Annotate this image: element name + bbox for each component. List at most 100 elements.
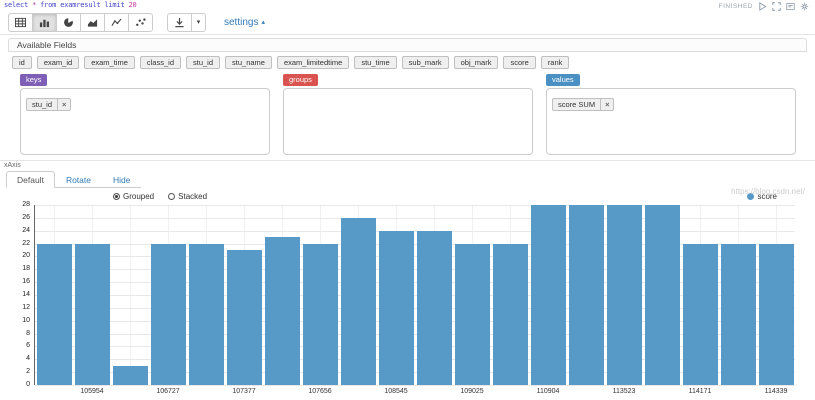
bar[interactable] bbox=[189, 244, 224, 385]
gridline bbox=[35, 346, 795, 347]
field-chip[interactable]: class_id bbox=[140, 56, 181, 69]
field-chip[interactable]: stu_time bbox=[354, 56, 396, 69]
bar[interactable] bbox=[569, 205, 604, 385]
toggle-editor-icon[interactable] bbox=[786, 2, 795, 11]
gridline bbox=[35, 205, 795, 206]
y-tick-label: 20 bbox=[0, 252, 30, 259]
remove-icon[interactable]: × bbox=[57, 99, 70, 110]
bar[interactable] bbox=[607, 205, 642, 385]
bar-chart-button[interactable] bbox=[32, 13, 57, 32]
gear-icon[interactable] bbox=[800, 2, 809, 11]
bar[interactable] bbox=[455, 244, 490, 385]
pivot-keys-box[interactable]: stu_id× bbox=[20, 88, 270, 155]
radio-icon bbox=[113, 193, 120, 200]
sql-star: * bbox=[32, 1, 36, 9]
sql-number: 20 bbox=[128, 1, 136, 9]
bar[interactable] bbox=[113, 366, 148, 385]
bar[interactable] bbox=[645, 205, 680, 385]
field-chip[interactable]: exam_id bbox=[37, 56, 79, 69]
y-tick-label: 4 bbox=[0, 355, 30, 362]
y-tick-label: 2 bbox=[0, 368, 30, 375]
zeppelin-paragraph: select * from examresult limit 20 FINISH… bbox=[0, 0, 815, 400]
sql-table-name: examresult bbox=[60, 1, 100, 9]
tab-hide[interactable]: Hide bbox=[102, 171, 141, 188]
bar[interactable] bbox=[75, 244, 110, 385]
divider bbox=[0, 34, 815, 35]
watermark: https://blog.csdn.net/ bbox=[731, 187, 805, 196]
scatter-chart-button[interactable] bbox=[128, 13, 153, 32]
bar[interactable] bbox=[227, 250, 262, 385]
sql-keyword: from bbox=[40, 1, 56, 9]
pivot-chip[interactable]: stu_id× bbox=[26, 98, 71, 111]
pivot-values-box[interactable]: score SUM× bbox=[546, 88, 796, 155]
pivot-chip[interactable]: score SUM× bbox=[552, 98, 614, 111]
table-chart-button[interactable] bbox=[8, 13, 33, 32]
tab-rotate[interactable]: Rotate bbox=[55, 171, 102, 188]
x-tick-label: 107377 bbox=[225, 388, 263, 395]
field-chip[interactable]: score bbox=[503, 56, 535, 69]
download-group: ▾ bbox=[167, 13, 206, 32]
bar[interactable] bbox=[531, 205, 566, 385]
tab-default[interactable]: Default bbox=[6, 171, 55, 188]
pivot-chip-label: stu_id bbox=[27, 99, 57, 110]
pivot-groups-box[interactable] bbox=[283, 88, 533, 155]
status-badge: FINISHED bbox=[719, 3, 753, 10]
bar[interactable] bbox=[759, 244, 794, 385]
download-button[interactable] bbox=[167, 13, 192, 32]
y-tick-label: 10 bbox=[0, 317, 30, 324]
settings-label: settings bbox=[224, 17, 258, 28]
available-fields-title: Available Fields bbox=[17, 40, 76, 50]
gridline bbox=[35, 218, 795, 219]
x-tick-label: 108545 bbox=[377, 388, 415, 395]
bar[interactable] bbox=[417, 231, 452, 385]
sql-editor[interactable]: select * from examresult limit 20 bbox=[4, 1, 137, 9]
field-chip[interactable]: sub_mark bbox=[402, 56, 449, 69]
bar[interactable] bbox=[151, 244, 186, 385]
bar[interactable] bbox=[37, 244, 72, 385]
y-tick-label: 28 bbox=[0, 201, 30, 208]
settings-toggle[interactable]: settings▴ bbox=[224, 17, 265, 28]
y-tick-label: 16 bbox=[0, 278, 30, 285]
expand-icon[interactable] bbox=[772, 2, 781, 11]
gridline bbox=[35, 231, 795, 232]
field-chip[interactable]: stu_id bbox=[186, 56, 220, 69]
values-badge: values bbox=[546, 74, 580, 86]
pivot-chip-label: score SUM bbox=[553, 99, 600, 110]
remove-icon[interactable]: × bbox=[600, 99, 613, 110]
paragraph-status: FINISHED bbox=[719, 2, 809, 11]
sql-keyword: limit bbox=[104, 1, 124, 9]
bar[interactable] bbox=[721, 244, 756, 385]
field-chip[interactable]: rank bbox=[541, 56, 570, 69]
field-chip[interactable]: exam_time bbox=[84, 56, 135, 69]
download-caret-button[interactable]: ▾ bbox=[191, 13, 206, 32]
bar[interactable] bbox=[493, 244, 528, 385]
bar[interactable] bbox=[341, 218, 376, 385]
line-chart-button[interactable] bbox=[104, 13, 129, 32]
bar[interactable] bbox=[265, 237, 300, 385]
field-chip[interactable]: stu_name bbox=[225, 56, 272, 69]
available-fields-header: Available Fields bbox=[8, 38, 807, 52]
gridline bbox=[35, 372, 795, 373]
field-chip[interactable]: exam_limitedtime bbox=[277, 56, 349, 69]
bar[interactable] bbox=[303, 244, 338, 385]
bar[interactable] bbox=[683, 244, 718, 385]
x-tick-label: 107656 bbox=[301, 388, 339, 395]
y-tick-label: 6 bbox=[0, 342, 30, 349]
area-chart-button[interactable] bbox=[80, 13, 105, 32]
y-tick-label: 26 bbox=[0, 214, 30, 221]
available-fields-list: id exam_id exam_time class_id stu_id stu_name… bbox=[12, 56, 569, 69]
x-tick-label: 114339 bbox=[757, 388, 795, 395]
run-icon[interactable] bbox=[758, 2, 767, 11]
gridline bbox=[35, 295, 795, 296]
caret-down-icon: ▾ bbox=[197, 19, 201, 26]
gridline bbox=[35, 321, 795, 322]
pie-chart-button[interactable] bbox=[56, 13, 81, 32]
field-chip[interactable]: obj_mark bbox=[454, 56, 499, 69]
gridline bbox=[35, 282, 795, 283]
y-tick-label: 18 bbox=[0, 265, 30, 272]
y-tick-label: 22 bbox=[0, 240, 30, 247]
field-chip[interactable]: id bbox=[12, 56, 32, 69]
gridline bbox=[35, 269, 795, 270]
bar[interactable] bbox=[379, 231, 414, 385]
bar-chart: 0246810121416182022242628105954106727107… bbox=[0, 200, 815, 398]
